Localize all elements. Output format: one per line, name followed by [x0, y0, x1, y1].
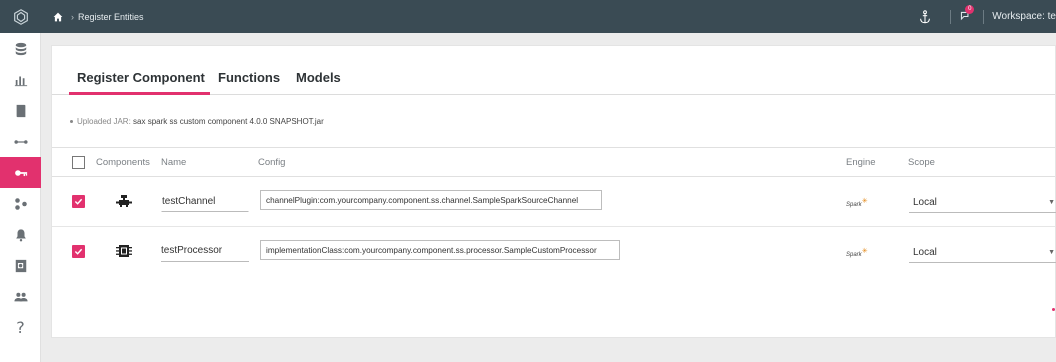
spark-star-icon: ✳	[861, 248, 868, 255]
anchor-icon[interactable]	[918, 9, 932, 24]
column-config: Config	[258, 157, 286, 168]
engine-spark-logo: Spark✳	[846, 197, 868, 208]
scope-select[interactable]: Local ▼	[909, 190, 1056, 213]
search-doc-icon	[15, 259, 26, 272]
scope-value: Local	[913, 247, 937, 258]
uploaded-filename: sax spark ss custom component 4.0.0 SNAP…	[133, 117, 324, 126]
spark-star-icon: ✳	[861, 198, 868, 205]
scroll-indicator	[1052, 308, 1055, 311]
scope-select[interactable]: Local ▼	[909, 240, 1056, 263]
breadcrumb-separator: ›	[71, 11, 74, 22]
sidebar-item-inspect[interactable]	[0, 250, 41, 281]
row-checkbox[interactable]	[72, 245, 85, 258]
sidebar-item-help[interactable]: ?	[0, 312, 41, 343]
channel-icon	[116, 195, 132, 207]
engine-spark-logo: Spark✳	[846, 247, 868, 258]
table-header: Components Name Config Engine Scope	[52, 147, 1055, 177]
header-divider-2	[983, 9, 985, 24]
sidebar-item-alerts[interactable]	[0, 219, 41, 250]
uploaded-label: Uploaded JAR:	[77, 117, 131, 126]
chevron-down-icon: ▼	[1048, 249, 1055, 256]
component-config-input[interactable]: channelPlugin:com.yourcompany.component.…	[260, 190, 602, 210]
sidebar-item-cluster[interactable]	[0, 188, 41, 219]
notifications-button[interactable]: 0	[959, 4, 975, 24]
uploaded-jar-info: Uploaded JAR: sax spark ss custom compon…	[70, 117, 324, 126]
top-header: › Register Entities 0 Workspace: te	[41, 0, 1056, 33]
breadcrumb: › Register Entities	[53, 12, 144, 22]
home-icon[interactable]	[53, 12, 63, 22]
sidebar-item-connections[interactable]	[0, 126, 41, 157]
book-icon	[16, 104, 25, 117]
column-engine: Engine	[846, 157, 876, 168]
connector-icon	[13, 139, 28, 144]
tab-register-component[interactable]: Register Component	[77, 70, 205, 85]
component-name-input[interactable]: testChannel	[161, 191, 249, 212]
register-panel: Register Component Functions Models Uplo…	[51, 45, 1056, 338]
check-icon	[74, 248, 83, 255]
tab-bar: Register Component Functions Models	[52, 46, 1055, 95]
engine-label: Spark	[846, 202, 862, 208]
engine-label: Spark	[846, 252, 862, 258]
app-logo[interactable]	[0, 0, 41, 33]
key-icon	[14, 169, 27, 176]
bar-chart-icon	[14, 76, 27, 86]
sidebar-item-register[interactable]	[0, 157, 41, 188]
table-row: testChannel channelPlugin:com.yourcompan…	[52, 177, 1056, 227]
tab-models[interactable]: Models	[296, 70, 341, 85]
sidebar-item-database[interactable]	[0, 33, 41, 64]
select-all-checkbox[interactable]	[72, 156, 85, 169]
cluster-icon	[14, 197, 27, 210]
sidebar-item-docs[interactable]	[0, 95, 41, 126]
database-icon	[15, 42, 26, 55]
notification-badge: 0	[965, 4, 975, 14]
column-scope: Scope	[908, 157, 935, 168]
sidebar-item-analytics[interactable]	[0, 64, 41, 95]
check-icon	[74, 198, 83, 205]
breadcrumb-current: Register Entities	[78, 11, 144, 22]
component-config-input[interactable]: implementationClass:com.yourcompany.comp…	[260, 240, 620, 260]
table-row: testProcessor implementationClass:com.yo…	[52, 227, 1056, 277]
sidebar: ?	[0, 0, 41, 362]
scope-value: Local	[913, 197, 937, 208]
column-name: Name	[161, 157, 187, 168]
logo-icon	[13, 8, 28, 25]
active-tab-indicator	[69, 92, 210, 95]
sidebar-item-users[interactable]	[0, 281, 41, 312]
row-checkbox[interactable]	[72, 195, 85, 208]
help-icon: ?	[16, 318, 25, 337]
bell-icon	[15, 228, 26, 241]
users-icon	[13, 292, 28, 301]
bullet-icon	[70, 120, 73, 124]
header-divider	[950, 9, 952, 24]
chevron-down-icon: ▼	[1048, 199, 1055, 206]
component-name-input[interactable]: testProcessor	[161, 241, 249, 262]
tab-functions[interactable]: Functions	[218, 70, 280, 85]
header-actions: 0 Workspace: te	[918, 0, 1056, 33]
workspace-selector[interactable]: Workspace: te	[992, 11, 1056, 22]
processor-icon	[116, 245, 132, 257]
column-components: Components	[96, 157, 150, 168]
